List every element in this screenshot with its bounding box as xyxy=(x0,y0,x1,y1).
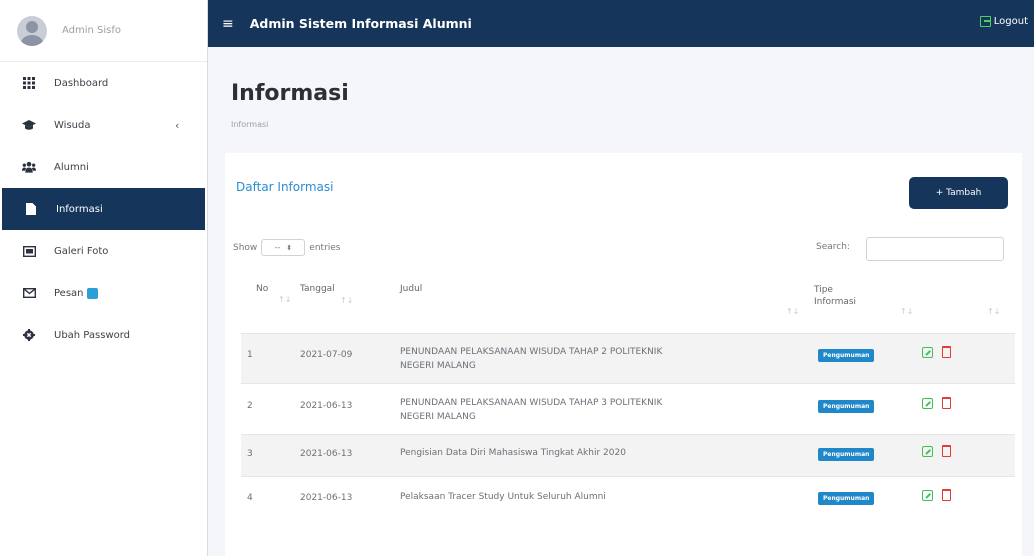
graduation-cap-icon xyxy=(22,118,36,132)
cell-no: 4 xyxy=(247,493,253,503)
cell-judul: PENUNDAAN PELAKSANAAN WISUDA TAHAP 2 POL… xyxy=(400,345,662,373)
cell-tanggal: 2021-07-09 xyxy=(300,350,353,360)
select-arrow-icon: ⬍ xyxy=(286,243,293,252)
cell-judul: Pelaksaan Tracer Study Untuk Seluruh Alu… xyxy=(400,492,606,502)
tipe-badge: Pengumuman xyxy=(818,400,875,413)
column-header-tanggal[interactable]: Tanggal ↑↓ xyxy=(300,284,353,305)
search-label: Search: xyxy=(816,242,850,252)
table-row: 2 2021-06-13 PENUNDAAN PELAKSANAAN WISUD… xyxy=(241,383,1015,434)
sidebar-item-galeri-foto[interactable]: Galeri Foto xyxy=(0,230,207,272)
header-label-line2: Informasi xyxy=(814,297,857,307)
sidebar-item-label: Dashboard xyxy=(54,77,109,89)
judul-line: PENUNDAAN PELAKSANAAN WISUDA TAHAP 3 POL… xyxy=(400,398,663,408)
sidebar-item-label: Informasi xyxy=(56,203,103,215)
table-row: 4 2021-06-13 Pelaksaan Tracer Study Untu… xyxy=(241,476,1015,520)
chevron-left-icon: ‹ xyxy=(175,118,180,132)
search-input[interactable] xyxy=(866,237,1004,261)
informasi-card: Daftar Informasi + Tambah Show -- ⬍ entr… xyxy=(225,153,1022,556)
sidebar-item-label: Ubah Password xyxy=(54,329,131,341)
image-icon xyxy=(22,244,36,258)
sidebar-item-dashboard[interactable]: Dashboard xyxy=(0,62,207,104)
sidebar-item-ubah-password[interactable]: Ubah Password xyxy=(0,314,207,356)
column-header-judul[interactable]: Judul xyxy=(400,284,422,294)
card-title: Daftar Informasi xyxy=(236,180,334,194)
judul-line: NEGERI MALANG xyxy=(400,412,476,422)
sidebar-item-pesan[interactable]: Pesan xyxy=(0,272,207,314)
sort-icon: ↑↓ xyxy=(786,307,800,316)
table-header: No ↑↓ Tanggal ↑↓ Judul ↑↓ Tipe Informasi… xyxy=(225,278,1022,328)
judul-line: PENUNDAAN PELAKSANAAN WISUDA TAHAP 2 POL… xyxy=(400,347,663,357)
sidebar-item-label: Galeri Foto xyxy=(54,245,109,257)
entries-select[interactable]: -- ⬍ xyxy=(261,239,306,256)
cell-judul: Pengisian Data Diri Mahasiswa Tingkat Ak… xyxy=(400,448,626,458)
delete-icon[interactable] xyxy=(942,489,951,501)
delete-icon[interactable] xyxy=(942,445,951,457)
sort-icon: ↑↓ xyxy=(340,296,354,305)
breadcrumb: Informasi xyxy=(231,120,269,129)
header-label: Judul xyxy=(400,284,423,294)
edit-icon[interactable] xyxy=(922,398,933,409)
header-label: No xyxy=(256,284,269,294)
header-label: Tanggal xyxy=(300,284,335,294)
header-label-line1: Tipe xyxy=(814,285,833,295)
message-count-badge xyxy=(86,287,98,299)
user-name: Admin Sisfo xyxy=(62,25,122,36)
users-icon xyxy=(22,160,36,174)
entries-value: -- xyxy=(274,243,281,252)
column-header-no[interactable]: No ↑↓ xyxy=(256,284,291,304)
cell-judul: PENUNDAAN PELAKSANAAN WISUDA TAHAP 3 POL… xyxy=(400,396,662,424)
user-panel: Admin Sisfo xyxy=(0,0,207,62)
table-row: 3 2021-06-13 Pengisian Data Diri Mahasis… xyxy=(241,434,1015,476)
logout-button[interactable]: Logout xyxy=(979,16,1028,27)
sidebar-item-alumni[interactable]: Alumni xyxy=(0,146,207,188)
avatar xyxy=(17,15,47,46)
show-entries: Show -- ⬍ entries xyxy=(233,239,341,256)
sidebar-item-wisuda[interactable]: Wisuda ‹ xyxy=(0,104,207,146)
sort-icon: ↑↓ xyxy=(278,295,292,304)
delete-icon[interactable] xyxy=(942,397,951,409)
logout-icon xyxy=(979,16,991,27)
cell-tanggal: 2021-06-13 xyxy=(300,493,353,503)
sidebar-item-label: Alumni xyxy=(54,161,89,173)
add-button[interactable]: + Tambah xyxy=(909,177,1008,209)
cell-tanggal: 2021-06-13 xyxy=(300,449,353,459)
sidebar: Admin Sisfo Dashboard Wisuda ‹ Alumni In… xyxy=(0,0,208,556)
cell-tanggal: 2021-06-13 xyxy=(300,401,353,411)
sidebar-item-label: Pesan xyxy=(54,287,84,299)
menu-toggle-icon[interactable]: ≡ xyxy=(222,16,234,32)
tipe-badge: Pengumuman xyxy=(818,448,875,461)
delete-icon[interactable] xyxy=(942,346,951,358)
judul-line: NEGERI MALANG xyxy=(400,361,476,371)
sort-icon: ↑↓ xyxy=(987,307,1001,316)
tipe-badge: Pengumuman xyxy=(818,349,875,362)
edit-icon[interactable] xyxy=(922,446,933,457)
sidebar-item-informasi[interactable]: Informasi xyxy=(2,188,205,230)
entries-label: entries xyxy=(309,242,341,253)
sidebar-nav: Dashboard Wisuda ‹ Alumni Informasi Gale… xyxy=(0,62,207,356)
app-title: Admin Sistem Informasi Alumni xyxy=(249,16,472,31)
grid-icon xyxy=(22,76,36,90)
cell-no: 1 xyxy=(247,350,253,360)
envelope-icon xyxy=(22,286,36,300)
sidebar-item-label: Wisuda xyxy=(54,119,91,131)
cell-no: 3 xyxy=(247,449,253,459)
edit-icon[interactable] xyxy=(922,347,933,358)
sort-icon: ↑↓ xyxy=(900,307,914,316)
page-title: Informasi xyxy=(231,81,349,106)
file-icon xyxy=(24,202,38,216)
column-header-tipe[interactable]: Tipe Informasi xyxy=(814,284,856,308)
gear-icon xyxy=(22,328,36,342)
show-label: Show xyxy=(233,242,258,253)
tipe-badge: Pengumuman xyxy=(818,492,875,505)
table-row: 1 2021-07-09 PENUNDAAN PELAKSANAAN WISUD… xyxy=(241,333,1015,383)
cell-no: 2 xyxy=(247,401,253,411)
edit-icon[interactable] xyxy=(922,490,933,501)
top-navbar: ≡ Admin Sistem Informasi Alumni Logout xyxy=(208,0,1034,47)
logout-label: Logout xyxy=(993,16,1028,27)
